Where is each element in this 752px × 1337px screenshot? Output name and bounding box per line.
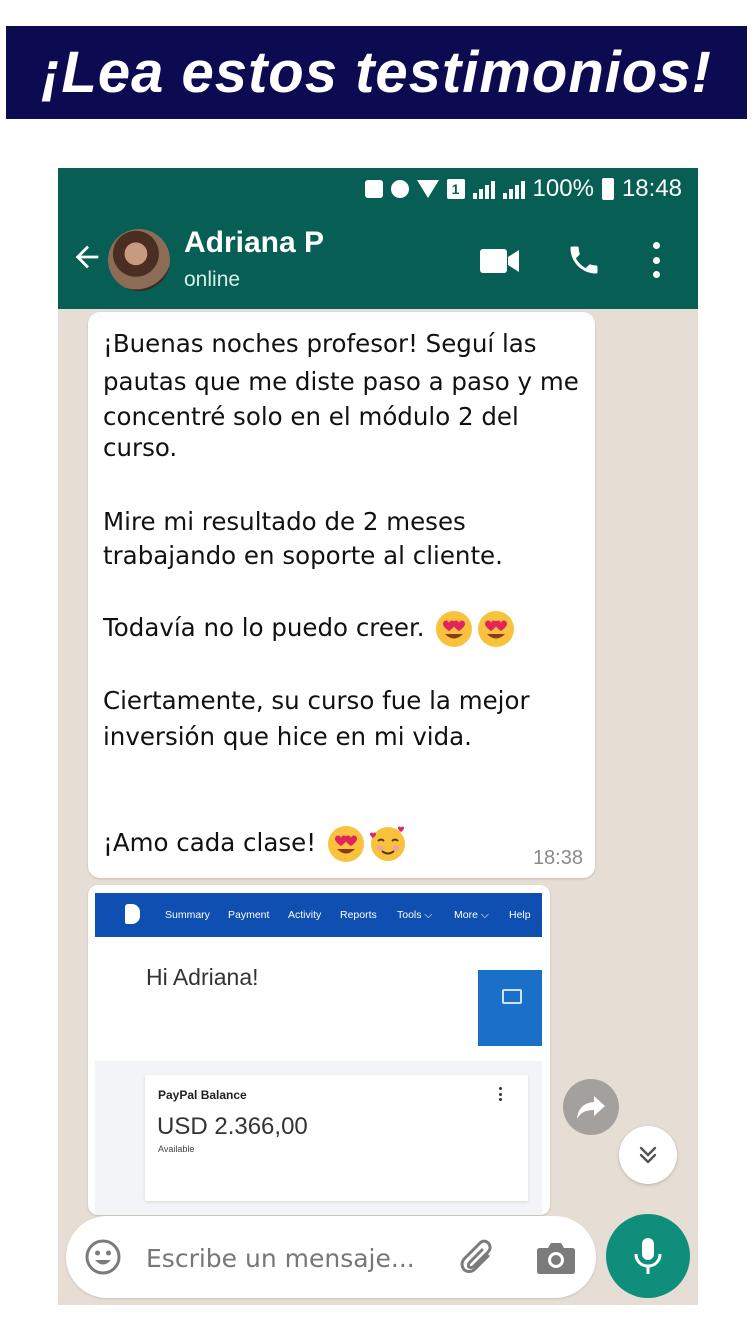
phone-icon[interactable] [566,242,602,278]
battery-percent: 100% [532,175,594,202]
chat-area: ¡Buenas noches profesor! Seguí las pauta… [58,309,698,1305]
message-line: ¡Buenas noches profesor! Seguí las [103,329,537,358]
message-line: pautas que me diste paso a paso y me [103,367,579,396]
status-time: 18:48 [621,175,682,202]
battery-icon [601,178,614,200]
paypal-nav-item: Help [509,909,531,921]
status-bar: 1 100% 18:48 [58,168,698,210]
video-call-icon[interactable] [480,248,520,274]
contact-status: online [184,268,241,291]
message-line-with-emoji: Todavía no lo puedo creer. [103,609,516,649]
back-arrow-icon[interactable] [70,240,104,274]
forward-button[interactable] [563,1079,619,1135]
paypal-nav-item: More ⌵ [454,909,489,921]
paypal-nav-item: Tools ⌵ [397,909,433,921]
alarm-icon [390,180,409,198]
signal-2-icon [502,179,525,199]
wallet-icon [502,989,522,1004]
paypal-balance-amount: USD 2.366,00 [157,1113,308,1140]
message-line: ¡Amo cada clase! [103,828,317,857]
testimonial-banner: ¡Lea estos testimonios! [6,26,747,119]
message-bubble[interactable]: ¡Buenas noches profesor! Seguí las pauta… [88,312,595,878]
paypal-balance-section: PayPal Balance USD 2.366,00 Available [95,1061,542,1215]
scroll-down-button[interactable] [619,1126,677,1184]
more-vert-icon [499,1087,502,1101]
message-time: 18:38 [532,847,583,869]
phone-screenshot: 1 100% 18:48 Adriana P online ¡Buenas no… [58,168,698,1305]
message-line: Ciertamente, su curso fue la mejor [103,686,530,715]
banner-title: ¡Lea estos testimonios! [41,40,712,105]
more-vert-icon[interactable] [650,242,662,278]
paypal-nav-bar: Summary Payment Activity Reports Tools ⌵… [95,893,542,937]
mic-icon [634,1238,662,1274]
heart-eyes-emoji [327,826,364,862]
contact-name[interactable]: Adriana P [184,226,324,260]
paypal-balance-label: PayPal Balance [158,1088,247,1102]
paypal-balance-card: PayPal Balance USD 2.366,00 Available [145,1075,528,1201]
chevrons-down-icon [639,1146,657,1164]
paypal-nav-item: Summary [165,909,210,921]
paypal-greeting: Hi Adriana! [146,964,259,990]
message-composer [66,1216,596,1298]
sim-icon: 1 [446,179,465,199]
chat-header: Adriana P online [58,210,698,309]
message-line: inversión que hice en mi vida. [103,722,472,751]
paypal-logo-icon [125,904,140,924]
signal-icon [472,179,495,199]
message-line: Mire mi resultado de 2 meses [103,507,466,536]
message-line: Todavía no lo puedo creer. [103,613,425,642]
message-line: trabajando en soporte al cliente. [103,541,503,570]
camera-icon[interactable] [536,1238,576,1276]
storage-icon [364,180,383,198]
message-line-with-emoji: ¡Amo cada clase! [103,824,408,864]
message-line: curso. [103,433,178,462]
heart-eyes-emoji [478,611,515,647]
avatar[interactable] [108,229,170,291]
paypal-nav-item: Reports [340,909,377,921]
paypal-balance-note: Available [158,1144,195,1154]
image-message[interactable]: Summary Payment Activity Reports Tools ⌵… [88,885,550,1215]
paypal-nav-item: Activity [288,909,322,921]
message-input[interactable] [146,1240,426,1276]
mic-button[interactable] [606,1214,690,1298]
smiling-hearts-emoji [369,826,405,861]
paperclip-icon[interactable] [458,1236,498,1278]
emoji-icon[interactable] [84,1238,122,1276]
heart-eyes-emoji [436,611,473,647]
paypal-nav-item: Payment [228,909,270,921]
wifi-icon [416,180,439,198]
paypal-card-tile [478,970,542,1046]
forward-icon [577,1096,605,1119]
